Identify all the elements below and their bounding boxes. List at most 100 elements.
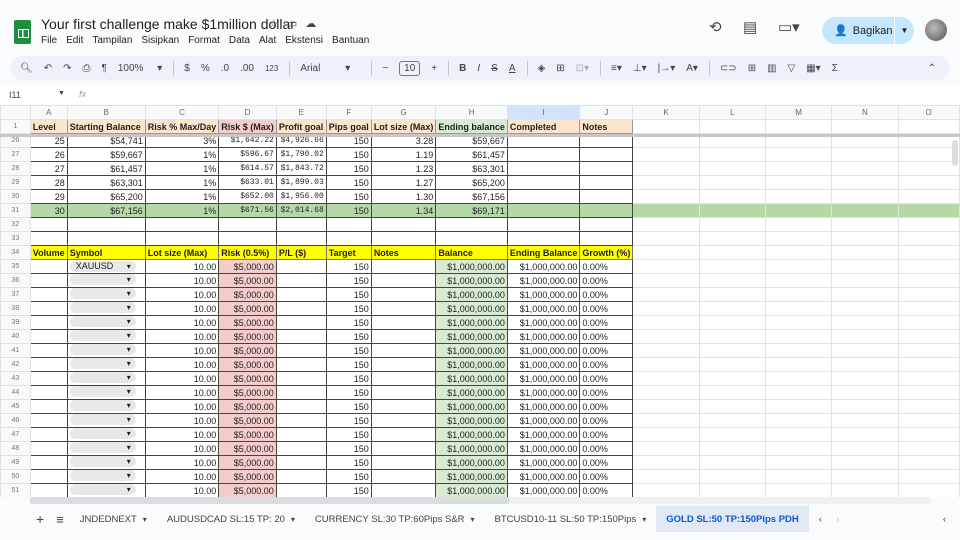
comment-icon[interactable]: ⊞ [748,63,756,74]
cell[interactable] [632,455,700,470]
row-header[interactable] [0,105,31,120]
level-cell[interactable]: $59,667 [66,147,146,162]
cell[interactable] [897,399,960,414]
cell[interactable] [698,413,766,428]
ending-balance-cell[interactable]: $1,000,000.00 [506,413,581,428]
cell[interactable] [66,231,146,246]
cell[interactable] [764,203,833,218]
sheets-logo-icon[interactable] [14,20,31,44]
growth-cell[interactable]: 0.00% [579,273,634,288]
cell[interactable] [632,119,700,134]
cell[interactable] [764,427,833,442]
pl-cell[interactable] [275,399,327,414]
currency-button[interactable]: $ [184,63,190,74]
volume-cell[interactable] [29,483,68,497]
cell[interactable] [144,231,220,246]
cell[interactable] [579,231,634,246]
symbol-cell[interactable] [66,287,146,302]
growth-cell[interactable]: 0.00% [579,329,634,344]
bold-icon[interactable]: B [459,63,466,74]
cell[interactable] [831,469,899,484]
cell[interactable] [897,217,960,232]
column-header[interactable]: A [29,105,68,120]
increase-decimal-button[interactable]: .00 [240,63,254,74]
risk-cell[interactable]: $5,000.00 [218,483,277,497]
row-header[interactable]: 38 [0,301,31,316]
collapse-toolbar-icon[interactable]: ⌃ [928,63,936,74]
notes-cell[interactable] [370,287,437,302]
risk-cell[interactable]: $5,000.00 [218,385,277,400]
cell[interactable] [764,161,833,176]
lot-size-cell[interactable]: 10.00 [144,343,220,358]
cell[interactable] [435,217,508,232]
cell[interactable] [831,119,899,134]
target-cell[interactable]: 150 [325,399,372,414]
level-cell[interactable]: $65,200 [435,175,508,190]
cell[interactable] [218,231,277,246]
notes-cell[interactable] [370,427,437,442]
risk-cell[interactable]: $5,000.00 [218,413,277,428]
trade-header-cell[interactable]: Balance [435,245,508,260]
cell[interactable] [632,427,700,442]
sheet-tab[interactable]: AUDUSDCAD SL:15 TP: 20 ▾ [157,506,305,532]
cell[interactable] [764,287,833,302]
functions-icon[interactable]: Σ [832,63,838,74]
add-sheet-icon[interactable]: + [36,511,44,527]
cell[interactable] [897,245,960,260]
header-cell[interactable]: Pips goal [325,119,372,134]
cell[interactable] [632,203,700,218]
cell[interactable] [632,329,700,344]
symbol-dropdown[interactable] [69,288,136,299]
row-header[interactable]: 41 [0,343,31,358]
level-cell[interactable]: 1% [144,203,220,218]
level-cell[interactable]: 1.34 [370,203,437,218]
lot-size-cell[interactable]: 10.00 [144,273,220,288]
row-header[interactable]: 44 [0,385,31,400]
volume-cell[interactable] [29,301,68,316]
level-cell[interactable]: 150 [325,203,372,218]
lot-size-cell[interactable]: 10.00 [144,441,220,456]
level-cell[interactable]: $63,301 [66,175,146,190]
cell[interactable] [897,427,960,442]
growth-cell[interactable]: 0.00% [579,315,634,330]
trade-header-cell[interactable]: Ending Balance [506,245,581,260]
borders-icon[interactable]: ⊞ [556,63,564,74]
cell[interactable] [698,259,766,274]
cell[interactable] [764,385,833,400]
cell[interactable] [698,329,766,344]
ending-balance-cell[interactable]: $1,000,000.00 [506,455,581,470]
symbol-dropdown[interactable] [69,330,136,341]
growth-cell[interactable]: 0.00% [579,455,634,470]
column-header[interactable]: N [831,105,899,120]
target-cell[interactable]: 150 [325,427,372,442]
cell[interactable] [831,357,899,372]
notes-cell[interactable] [370,483,437,497]
cell[interactable] [698,483,766,497]
lot-size-cell[interactable]: 10.00 [144,301,220,316]
growth-cell[interactable]: 0.00% [579,259,634,274]
target-cell[interactable]: 150 [325,483,372,497]
cell[interactable] [764,231,833,246]
row-header[interactable]: 27 [0,147,31,162]
pl-cell[interactable] [275,343,327,358]
volume-cell[interactable] [29,259,68,274]
name-box-dropdown-icon[interactable]: ▼ [58,90,65,97]
risk-cell[interactable]: $5,000.00 [218,273,277,288]
cell[interactable] [897,175,960,190]
level-cell[interactable]: $671.56 [218,203,277,218]
percent-button[interactable]: % [201,63,210,74]
notes-cell[interactable] [370,315,437,330]
level-cell[interactable]: 150 [325,189,372,204]
cell[interactable] [698,175,766,190]
target-cell[interactable]: 150 [325,315,372,330]
pl-cell[interactable] [275,371,327,386]
cell[interactable] [764,483,833,497]
cell[interactable] [698,189,766,204]
menu-tampilan[interactable]: Tampilan [92,35,132,46]
cell[interactable] [632,161,700,176]
target-cell[interactable]: 150 [325,441,372,456]
level-cell[interactable]: 1.30 [370,189,437,204]
growth-cell[interactable]: 0.00% [579,469,634,484]
text-wrap-icon[interactable]: |→▾ [658,63,676,74]
notes-cell[interactable] [370,371,437,386]
